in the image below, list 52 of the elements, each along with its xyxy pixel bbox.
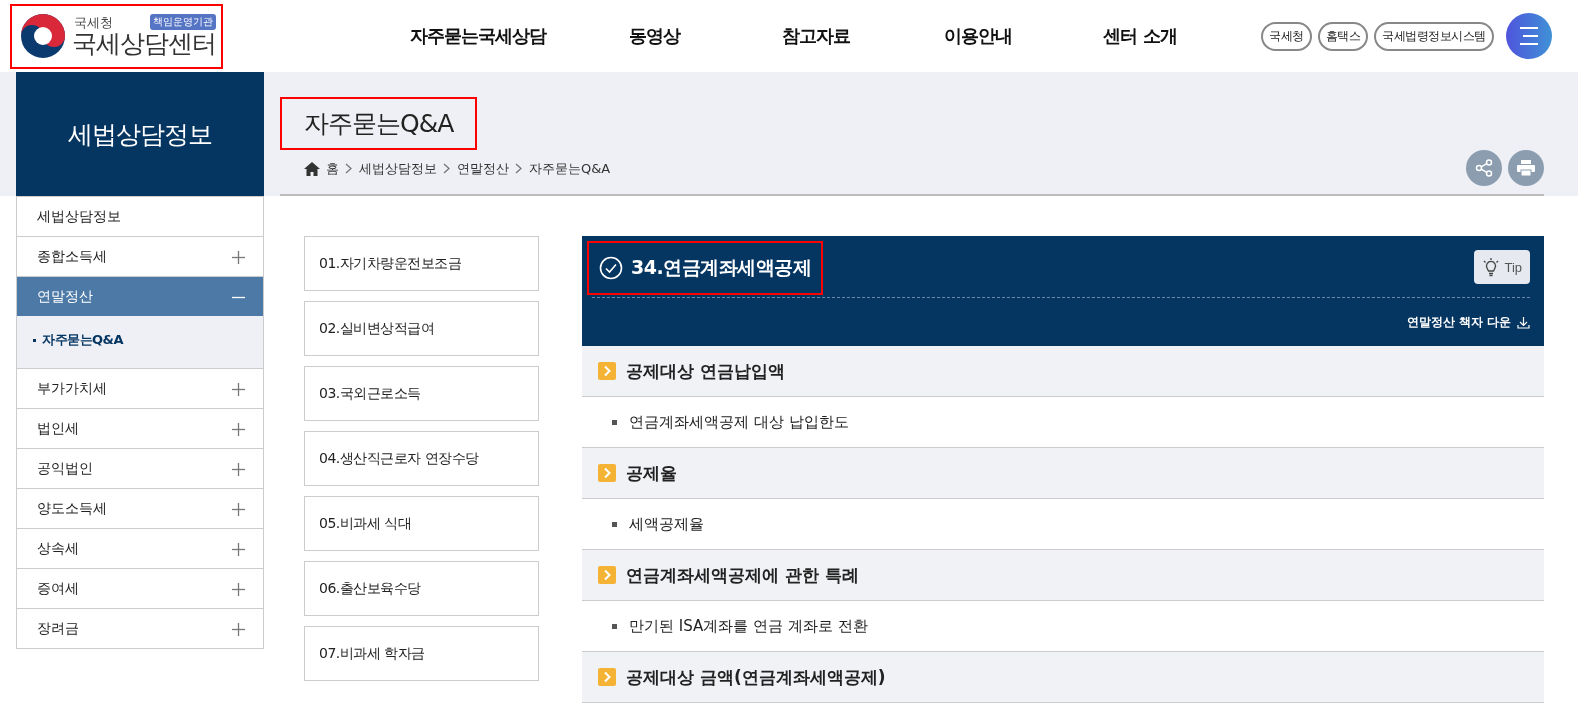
chevron-icon bbox=[598, 668, 616, 686]
question-item[interactable]: 07.비과세 학자금 bbox=[304, 626, 539, 681]
question-item[interactable]: 01.자기차량운전보조금 bbox=[304, 236, 539, 291]
download-link[interactable]: 연말정산 책자 다운 bbox=[1406, 314, 1530, 331]
lightbulb-icon bbox=[1482, 257, 1501, 277]
nav-link[interactable]: 이용안내 bbox=[897, 24, 1059, 48]
taegeuk-icon bbox=[20, 13, 66, 59]
question-item[interactable]: 04.생산직근로자 연장수당 bbox=[304, 431, 539, 486]
org-name: 국세청 bbox=[73, 16, 113, 30]
site-link[interactable]: 국세법령정보시스템 bbox=[1374, 21, 1494, 51]
print-button[interactable] bbox=[1508, 150, 1544, 186]
page-title: 자주묻는Q&A bbox=[280, 97, 478, 150]
nav-link[interactable]: 자주묻는국세상담 bbox=[383, 24, 573, 48]
sidebar-title: 세법상담정보 bbox=[16, 72, 264, 196]
breadcrumb-link[interactable]: 자주묻는Q&A bbox=[529, 160, 611, 178]
check-circle-icon bbox=[599, 256, 623, 280]
question-item[interactable]: 06.출산보육수당 bbox=[304, 561, 539, 616]
agency-badge: 책임운영기관 bbox=[150, 14, 216, 30]
site-link[interactable]: 홈택스 bbox=[1317, 21, 1368, 51]
section-title: 공제율 bbox=[626, 461, 677, 485]
share-button[interactable] bbox=[1466, 150, 1502, 186]
site-name: 국세상담센터 bbox=[72, 30, 216, 58]
nav-link[interactable]: 동영상 bbox=[573, 24, 735, 48]
section-header[interactable]: 연금계좌세액공제에 관한 특례 bbox=[582, 550, 1544, 601]
section-header[interactable]: 공제대상 연금납입액 bbox=[582, 346, 1544, 397]
site-link[interactable]: 국세청 bbox=[1261, 21, 1312, 51]
question-item[interactable]: 03.국외근로소득 bbox=[304, 366, 539, 421]
section-header[interactable]: 공제율 bbox=[582, 448, 1544, 499]
printer-icon bbox=[1517, 160, 1535, 176]
nav-link[interactable]: 참고자료 bbox=[735, 24, 897, 48]
section-title: 공제대상 금액(연금계좌세액공제) bbox=[626, 665, 886, 689]
sidebar-item[interactable]: 연말정산 bbox=[17, 276, 263, 316]
menu-icon bbox=[1517, 26, 1540, 46]
tip-button[interactable]: Tip bbox=[1474, 250, 1530, 284]
section-title: 연금계좌세액공제에 관한 특례 bbox=[626, 563, 859, 587]
menu-button[interactable] bbox=[1505, 13, 1552, 59]
breadcrumb-link[interactable]: 홈 bbox=[326, 160, 339, 178]
nav-link[interactable]: 센터 소개 bbox=[1059, 24, 1221, 48]
home-icon bbox=[304, 162, 320, 176]
section-title: 공제대상 연금납입액 bbox=[626, 359, 785, 383]
breadcrumb-link[interactable]: 세법상담정보 bbox=[359, 160, 437, 178]
section-header[interactable]: 공제대상 금액(연금계좌세액공제) bbox=[582, 652, 1544, 703]
detail-title-text: 34.연금계좌세액공제 bbox=[631, 255, 812, 280]
question-item[interactable]: 05.비과세 식대 bbox=[304, 496, 539, 551]
share-icon bbox=[1475, 159, 1493, 177]
site-logo[interactable]: 국세청 책임운영기관 국세상담센터 bbox=[10, 3, 223, 69]
chevron-icon bbox=[598, 464, 616, 482]
breadcrumb-link[interactable]: 연말정산 bbox=[457, 160, 509, 178]
question-item[interactable]: 02.실비변상적급여 bbox=[304, 301, 539, 356]
chevron-icon bbox=[598, 566, 616, 584]
chevron-icon bbox=[598, 362, 616, 380]
download-icon bbox=[1517, 316, 1530, 329]
